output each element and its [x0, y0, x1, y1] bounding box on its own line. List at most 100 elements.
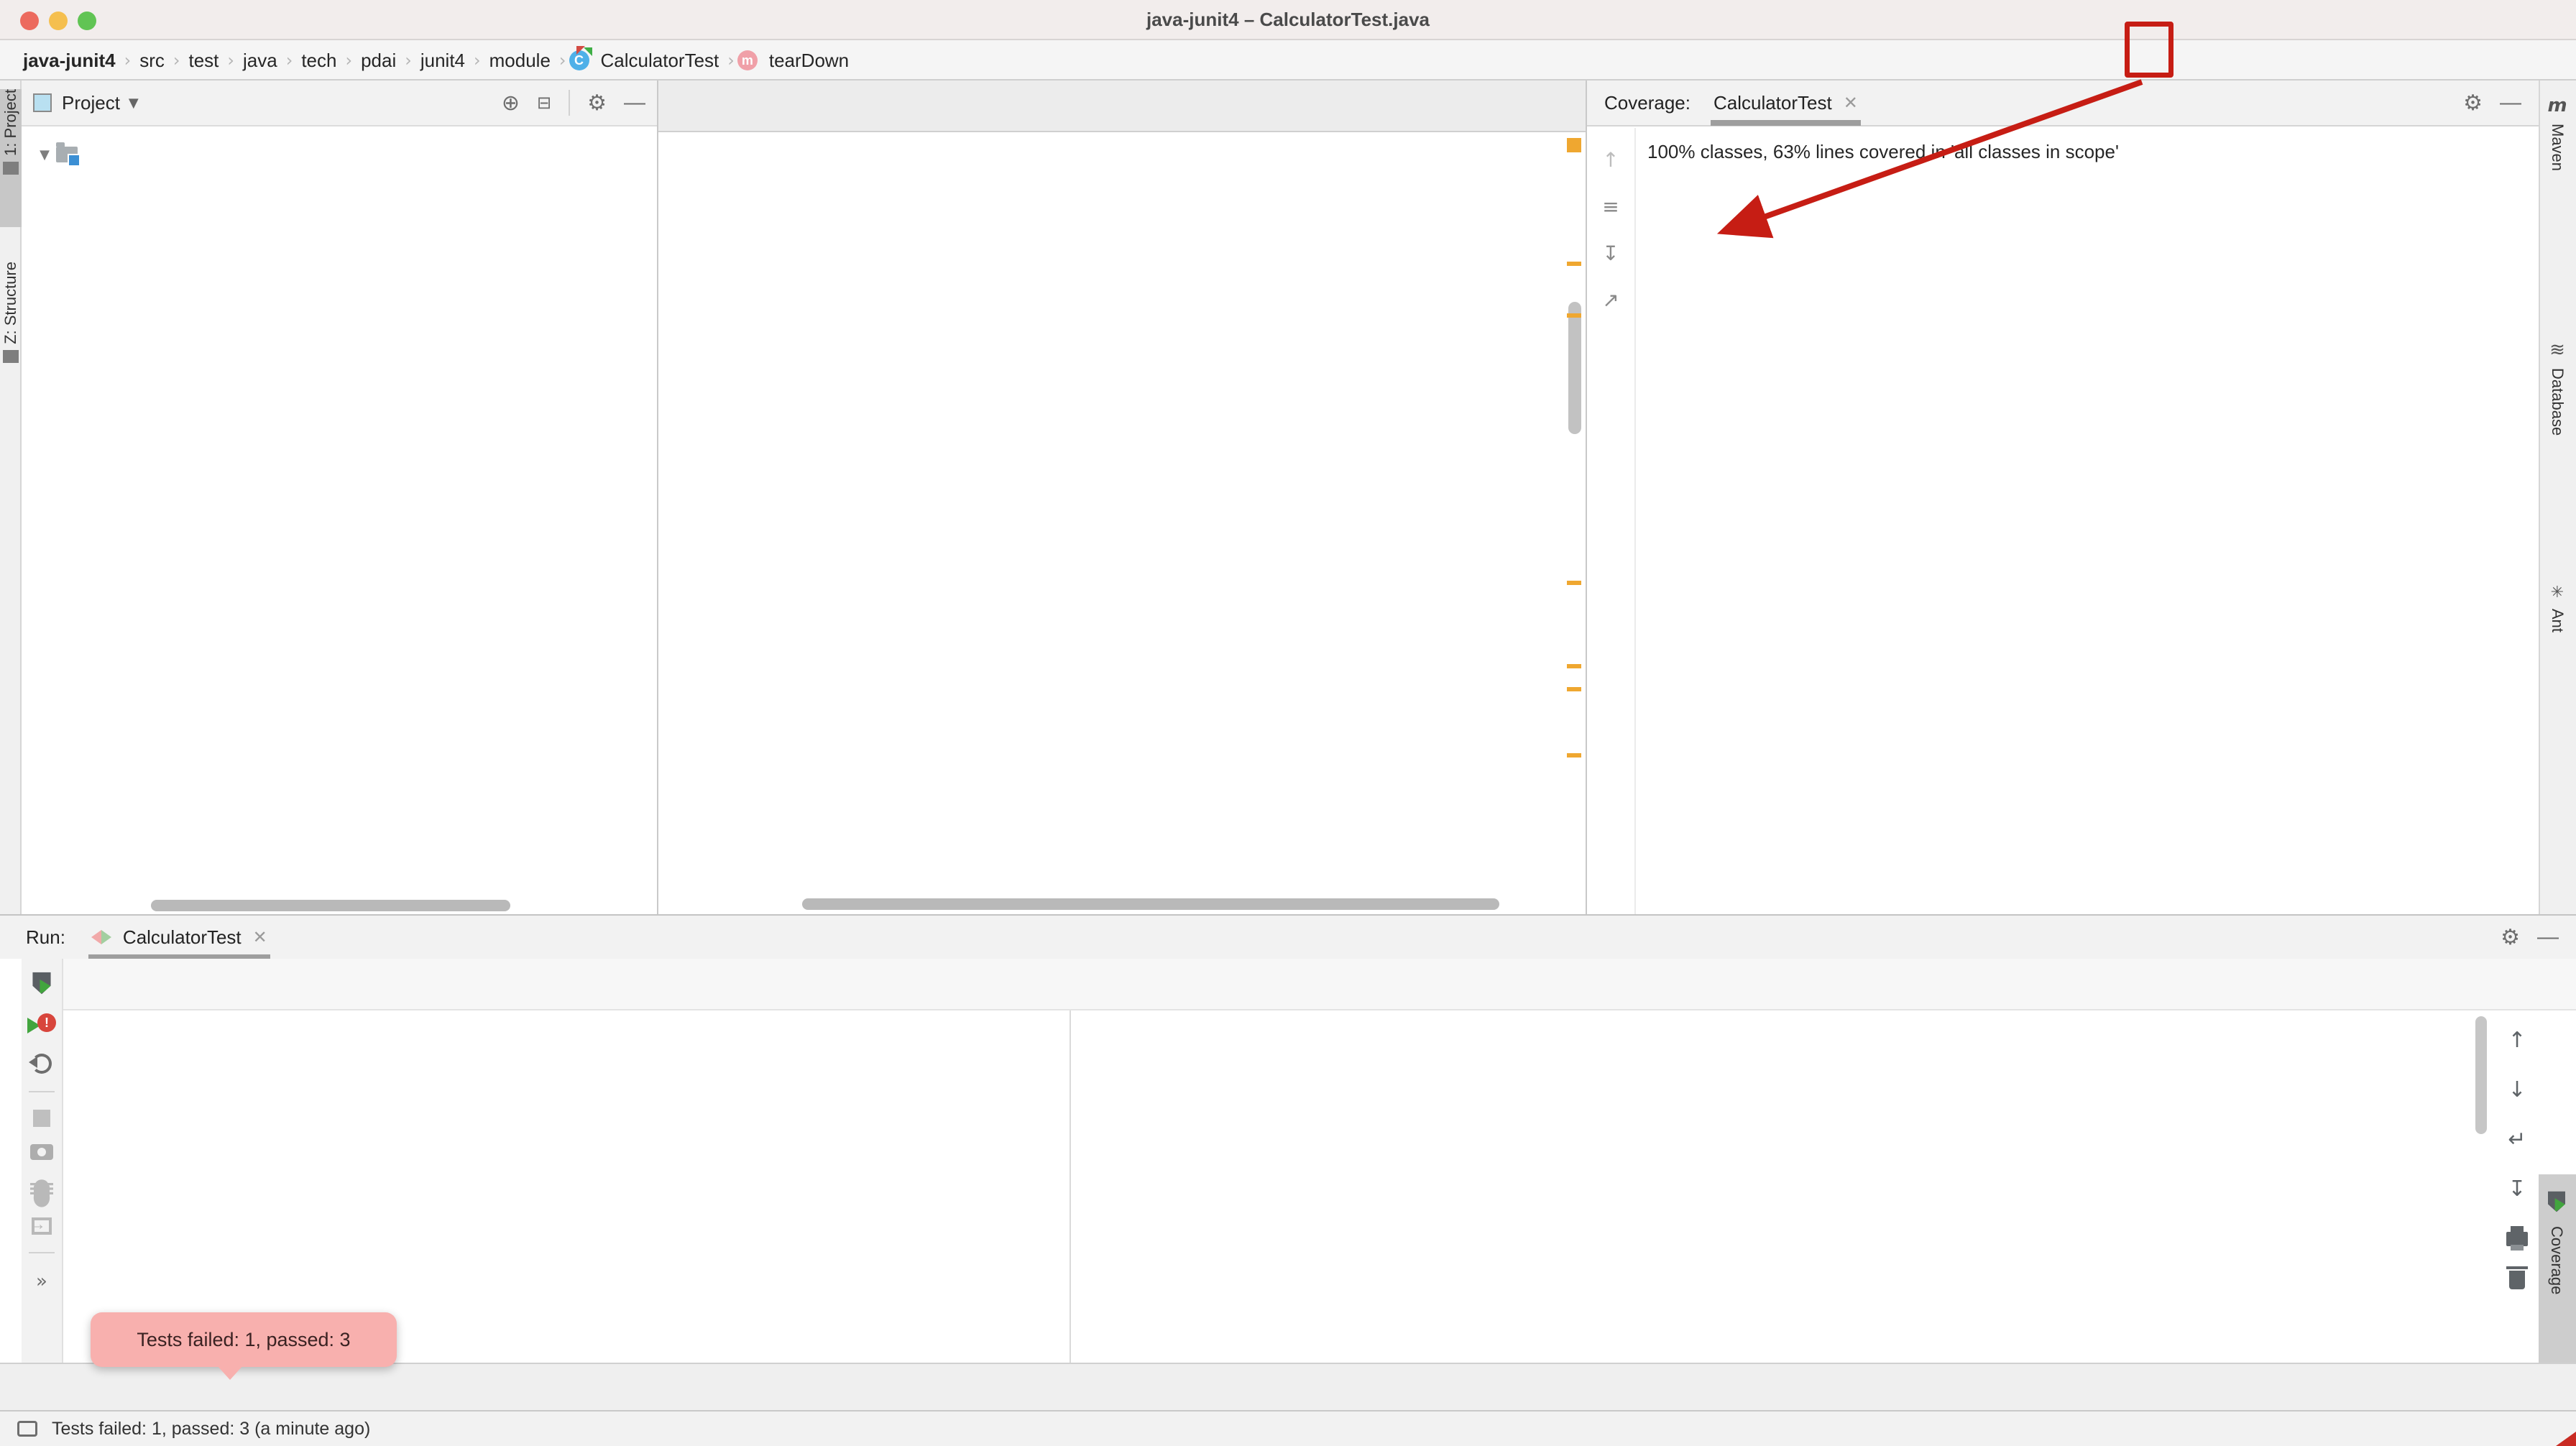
method-icon: m — [737, 50, 758, 70]
stripe-button-z-structure[interactable]: Z: Structure — [0, 262, 22, 431]
project-view-icon — [33, 93, 52, 112]
console-toolbar: ↑ ↓ ↵ ↧ — [2496, 1010, 2539, 1363]
editor-hscrollbar[interactable] — [802, 898, 1499, 910]
hide-panel-icon[interactable]: — — [624, 91, 645, 115]
editor-vscrollbar-thumb[interactable] — [1568, 302, 1581, 434]
coverage-side-toolbar: ↑ ≡ ↧ ↗ — [1587, 128, 1636, 914]
run-side-toolbar: ! » — [22, 959, 63, 1363]
navigate-up-icon[interactable]: ↑ — [1602, 148, 1619, 172]
breadcrumb-item[interactable]: junit4 — [420, 50, 465, 72]
tree-item-java-junit4[interactable]: ▼ — [22, 137, 657, 172]
scroll-to-end-icon[interactable]: ↧ — [2508, 1176, 2526, 1202]
vcs-change-mark — [1567, 313, 1581, 318]
project-tool-window: Project ▼ ⊕ ⊟ ⚙ — ▼ — [22, 80, 658, 914]
tool-window-toggle-icon[interactable] — [17, 1421, 37, 1437]
exit-icon[interactable] — [32, 1217, 52, 1235]
breadcrumb-item[interactable]: java — [243, 50, 277, 72]
hide-panel-icon[interactable]: — — [2537, 925, 2559, 949]
divider — [569, 90, 570, 116]
stripe-button-ant[interactable]: ✳Ant — [2539, 584, 2576, 713]
tool-window-bar — [0, 1363, 2576, 1410]
gear-icon[interactable]: ⚙ — [2463, 91, 2483, 116]
breadcrumb-item[interactable]: CalculatorTest — [601, 50, 719, 72]
editor-area — [658, 80, 1587, 914]
stop-icon[interactable] — [33, 1110, 50, 1127]
chevron-expanded-icon[interactable]: ▼ — [33, 147, 56, 162]
breadcrumb-separator-icon: › — [405, 50, 412, 70]
import-coverage-icon[interactable]: ↧ — [1602, 241, 1619, 265]
gear-icon[interactable]: ⚙ — [587, 91, 607, 116]
breadcrumb-item[interactable]: src — [139, 50, 165, 72]
breadcrumb-separator-icon: › — [345, 50, 352, 70]
run-console[interactable] — [1070, 1010, 2496, 1363]
stripe-label: Database — [2548, 368, 2567, 436]
divider — [29, 1091, 55, 1092]
divider — [29, 1252, 55, 1253]
chevron-down-icon[interactable]: ▼ — [129, 96, 139, 111]
project-tree-hscrollbar[interactable] — [151, 900, 510, 911]
rerun-with-coverage-icon[interactable] — [32, 972, 51, 995]
more-icon[interactable]: » — [36, 1271, 47, 1292]
attach-debugger-icon[interactable] — [34, 1179, 50, 1198]
stripe-button-database[interactable]: ≋Database — [2539, 339, 2576, 540]
close-icon[interactable]: ✕ — [253, 927, 267, 948]
window-title: java-junit4 – CalculatorTest.java — [0, 9, 2576, 31]
shield-icon — [2548, 1192, 2565, 1212]
run-test-toolbar — [63, 959, 2576, 1010]
vcs-change-mark — [1567, 753, 1581, 757]
hide-panel-icon[interactable]: — — [2500, 91, 2521, 115]
coverage-tool-window: Coverage: CalculatorTest ✕ ⚙ — ↑ ≡ ↧ ↗ 1… — [1587, 80, 2539, 914]
project-panel-title[interactable]: Project — [62, 92, 120, 114]
editor-error-stripe[interactable] — [1565, 132, 1583, 894]
rerun-failed-tests-icon[interactable]: ! — [30, 1013, 53, 1036]
stripe-button-maven[interactable]: m Maven — [2539, 95, 2576, 267]
toggle-auto-test-icon[interactable] — [32, 1054, 52, 1074]
collapse-all-icon[interactable]: ⊟ — [537, 93, 551, 113]
thread-dump-icon[interactable] — [30, 1144, 53, 1160]
next-occurrence-icon[interactable]: ↓ — [2508, 1077, 2526, 1102]
structure-icon — [3, 350, 19, 363]
soft-wrap-icon[interactable]: ↵ — [2508, 1127, 2526, 1152]
vcs-change-mark — [1567, 664, 1581, 668]
breadcrumb-item[interactable]: pdai — [361, 50, 396, 72]
clear-console-icon[interactable] — [2509, 1271, 2525, 1289]
breadcrumb-item[interactable]: java-junit4 — [23, 50, 116, 72]
stripe-label: Maven — [2548, 124, 2567, 171]
breadcrumb-separator-icon: › — [474, 50, 481, 70]
folder-icon — [56, 147, 78, 162]
status-bar: Tests failed: 1, passed: 3 (a minute ago… — [0, 1410, 2576, 1446]
test-result-balloon[interactable]: Tests failed: 1, passed: 3 — [91, 1312, 397, 1367]
coverage-tab[interactable]: CalculatorTest ✕ — [1711, 80, 1861, 126]
active-tab-underline — [1711, 120, 1861, 126]
test-results-tree — [63, 1010, 1070, 1363]
project-folder-icon — [3, 162, 19, 175]
breadcrumb-separator-icon: › — [124, 50, 132, 70]
breadcrumb-item[interactable]: tearDown — [769, 50, 849, 72]
run-tab-label: CalculatorTest — [123, 926, 242, 949]
locate-file-icon[interactable]: ⊕ — [502, 91, 520, 116]
flatten-packages-icon[interactable]: ≡ — [1602, 195, 1619, 218]
project-tree: ▼ — [22, 128, 657, 894]
console-vscrollbar-thumb[interactable] — [2475, 1016, 2487, 1134]
run-tab[interactable]: CalculatorTest ✕ — [88, 914, 270, 960]
export-coverage-icon[interactable]: ↗ — [1602, 288, 1619, 312]
titlebar: java-junit4 – CalculatorTest.java — [0, 0, 2576, 40]
breadcrumb-separator-icon: › — [286, 50, 293, 70]
stripe-button-1-project[interactable]: 1: Project — [0, 89, 22, 227]
breadcrumb-item[interactable]: test — [188, 50, 218, 72]
prev-occurrence-icon[interactable]: ↑ — [2508, 1028, 2526, 1053]
gear-icon[interactable]: ⚙ — [2501, 925, 2520, 950]
coverage-tab-label: CalculatorTest — [1714, 92, 1832, 114]
run-tool-window: Run: CalculatorTest ✕ ⚙ — ! » — [0, 914, 2576, 1363]
editor-content[interactable] — [658, 132, 1586, 894]
close-icon[interactable]: ✕ — [1844, 93, 1858, 114]
coverage-summary: 100% classes, 63% lines covered in 'all … — [1647, 141, 2119, 163]
maven-m-icon: m — [2547, 95, 2567, 116]
stripe-label: 1: Project — [1, 89, 20, 156]
breadcrumb-item[interactable]: tech — [301, 50, 336, 72]
status-message[interactable]: Tests failed: 1, passed: 3 (a minute ago… — [52, 1419, 370, 1440]
vcs-change-mark — [1567, 138, 1581, 152]
print-icon[interactable] — [2506, 1232, 2528, 1246]
breadcrumb-separator-icon: › — [559, 50, 566, 70]
breadcrumb-item[interactable]: module — [489, 50, 551, 72]
